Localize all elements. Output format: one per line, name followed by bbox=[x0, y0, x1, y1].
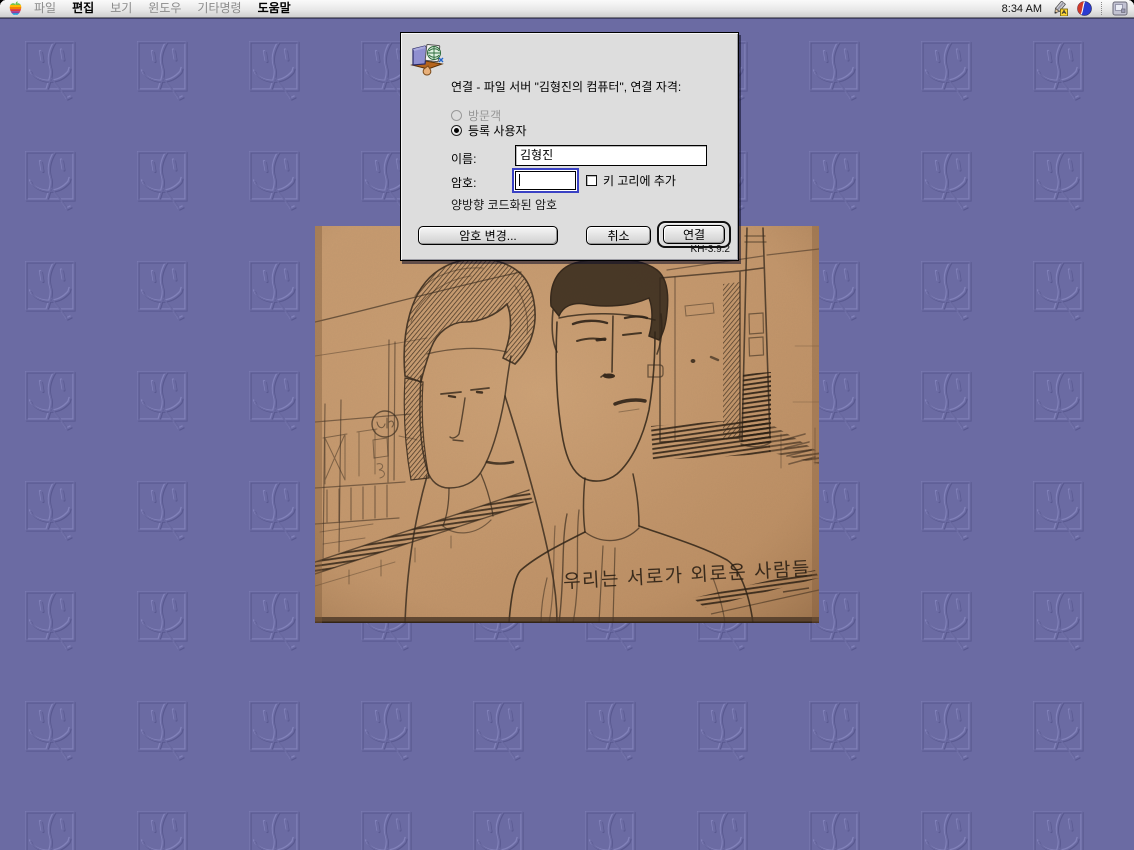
screen-corner-left bbox=[0, 0, 6, 6]
change-password-button[interactable]: 암호 변경... bbox=[418, 226, 558, 245]
menu-file: 파일 bbox=[26, 0, 64, 17]
connect-to-server-dialog: 연결 - 파일 서버 "김형진의 컴퓨터", 연결 자격: 방문객 등록 사용자… bbox=[400, 32, 739, 261]
menubar-separator bbox=[1101, 2, 1103, 15]
client-version: KH-3.9.2 bbox=[691, 244, 730, 255]
radio-guest: 방문객 bbox=[451, 109, 501, 122]
cancel-button[interactable]: 취소 bbox=[586, 226, 651, 245]
keychain-checkbox[interactable] bbox=[586, 175, 597, 186]
keychain-checkbox-row[interactable]: 키 고리에 추가 bbox=[586, 172, 676, 189]
text-caret bbox=[519, 174, 520, 186]
application-sphere-icon[interactable] bbox=[1077, 1, 1092, 16]
file-server-icon bbox=[410, 41, 446, 79]
menu-edit[interactable]: 편집 bbox=[64, 0, 102, 17]
menu-bar: 파일 편집 보기 윈도우 기타명령 도움말 8:34 AM bbox=[0, 0, 1134, 18]
password-encryption-hint: 양방향 코드화된 암호 bbox=[451, 196, 557, 213]
menu-special: 기타명령 bbox=[189, 0, 249, 17]
password-input[interactable] bbox=[512, 168, 579, 193]
menu-help[interactable]: 도움말 bbox=[250, 0, 299, 17]
screen-corner-right bbox=[1128, 0, 1134, 6]
connect-button[interactable]: 연결 bbox=[663, 225, 725, 244]
menu-view: 보기 bbox=[102, 0, 140, 17]
menu-window: 윈도우 bbox=[140, 0, 189, 17]
name-input[interactable]: 김형진 bbox=[515, 145, 707, 166]
radio-guest-circle bbox=[451, 110, 462, 121]
radio-registered-circle[interactable] bbox=[451, 125, 462, 136]
desktop-artwork-sketch: 우리는 서로가 외로운 사람들 bbox=[315, 226, 819, 623]
password-label: 암호: bbox=[451, 174, 476, 191]
menu-clock[interactable]: 8:34 AM bbox=[1002, 3, 1042, 15]
input-method-pencil-icon[interactable] bbox=[1051, 1, 1068, 16]
keychain-checkbox-label: 키 고리에 추가 bbox=[603, 172, 676, 189]
apple-logo-icon bbox=[9, 1, 22, 16]
name-label: 이름: bbox=[451, 150, 476, 167]
dialog-title: 연결 - 파일 서버 "김형진의 컴퓨터", 연결 자격: bbox=[451, 80, 729, 95]
application-menu-icon[interactable] bbox=[1112, 1, 1128, 16]
screen: 파일 편집 보기 윈도우 기타명령 도움말 8:34 AM bbox=[0, 0, 1134, 850]
apple-menu[interactable] bbox=[9, 1, 22, 16]
radio-registered-user[interactable]: 등록 사용자 bbox=[451, 124, 527, 137]
